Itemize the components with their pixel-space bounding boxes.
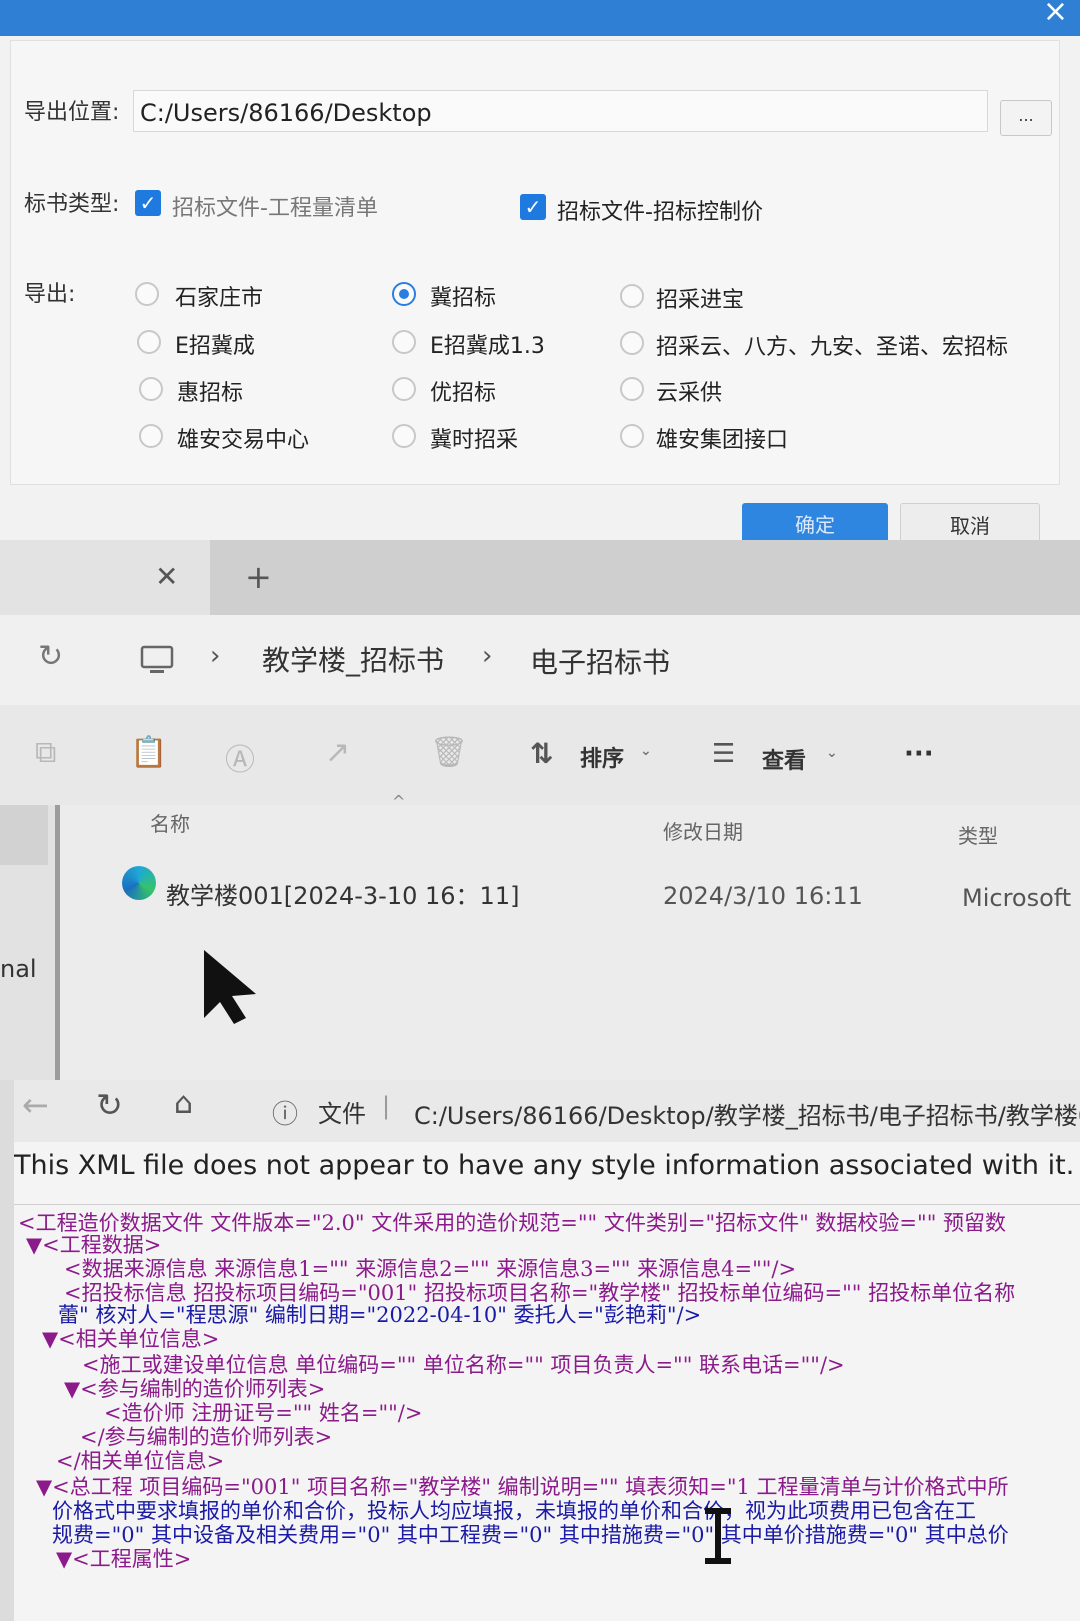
- share-icon[interactable]: ↗: [325, 735, 350, 770]
- radio-label: E招冀成: [175, 334, 255, 359]
- address-bar: ↻ › 教学楼_招标书 › 电子招标书: [0, 615, 1080, 705]
- close-tab-icon[interactable]: ✕: [155, 560, 178, 593]
- computer-icon[interactable]: [140, 645, 174, 677]
- radio-jishizhaocai[interactable]: [392, 424, 416, 448]
- xml-tree: <工程造价数据文件 文件版本="2.0" 文件采用的造价规范="" 文件类别="…: [14, 1204, 1080, 1621]
- back-icon[interactable]: ←: [22, 1086, 49, 1124]
- breadcrumb-separator-icon: ›: [210, 641, 221, 671]
- export-dialog: × 导出位置: C:/Users/86166/Desktop ... 标书类型:…: [0, 0, 1080, 540]
- tab-bar: ✕ +: [0, 540, 1080, 615]
- doc-type-checkbox-2[interactable]: ✓: [520, 194, 546, 220]
- screenshot-collage: × 导出位置: C:/Users/86166/Desktop ... 标书类型:…: [0, 0, 1080, 1621]
- paste-icon[interactable]: 📋: [130, 735, 167, 770]
- doc-type-label: 标书类型:: [24, 192, 120, 217]
- radio-zhaocaijinbao[interactable]: [620, 284, 644, 308]
- radio-label: 石家庄市: [175, 286, 264, 311]
- dialog-titlebar: ×: [0, 0, 1080, 36]
- column-header-type[interactable]: 类型: [958, 820, 998, 849]
- xml-line: <工程造价数据文件 文件版本="2.0" 文件采用的造价规范="" 文件类别="…: [18, 1211, 1007, 1235]
- browser-toolbar: ← ↻ ⌂ ⓘ 文件 | C:/Users/86166/Desktop/教学楼_…: [14, 1080, 1080, 1142]
- file-name[interactable]: 教学楼001[2024-3-10 16：11]: [166, 876, 519, 911]
- radio-label: 招采进宝: [656, 288, 745, 313]
- radio-ezhaojicheng-13[interactable]: [392, 330, 416, 354]
- browse-button[interactable]: ...: [1000, 100, 1052, 136]
- export-label: 导出:: [24, 282, 76, 307]
- radio-label: 雄安交易中心: [177, 428, 310, 453]
- new-tab-icon[interactable]: +: [245, 558, 272, 596]
- address-scheme: 文件: [318, 1100, 366, 1128]
- more-options-button[interactable]: ···: [904, 739, 934, 769]
- doc-type-checkbox-1[interactable]: ✓: [135, 190, 161, 216]
- navigation-pane: nal: [0, 805, 60, 1080]
- radio-label: 惠招标: [177, 381, 244, 406]
- radio-label: 招采云、八方、九安、圣诺、宏招标: [656, 335, 1009, 360]
- file-type: Microsoft: [962, 884, 1072, 912]
- doc-type-label-2: 招标文件-招标控制价: [557, 200, 763, 225]
- breadcrumb-item-teaching-building[interactable]: 教学楼_招标书: [262, 639, 444, 679]
- browser-window: ← ↻ ⌂ ⓘ 文件 | C:/Users/86166/Desktop/教学楼_…: [14, 1080, 1080, 1621]
- chevron-down-icon: ⌄: [640, 743, 652, 759]
- radio-ezhaojicheng[interactable]: [137, 330, 161, 354]
- column-header-modified[interactable]: 修改日期: [663, 816, 743, 845]
- export-location-label: 导出位置:: [24, 100, 120, 125]
- view-list-icon[interactable]: ☰: [712, 739, 735, 769]
- sort-icon[interactable]: ⇅: [530, 737, 553, 770]
- column-header-name[interactable]: 名称: [150, 808, 190, 837]
- text-cursor-icon: [705, 1508, 731, 1564]
- xml-line[interactable]: ▼<工程属性>: [56, 1543, 191, 1573]
- xml-notice: This XML file does not appear to have an…: [14, 1150, 1075, 1181]
- reload-icon[interactable]: ↻: [96, 1086, 123, 1124]
- view-button[interactable]: 查看: [762, 743, 806, 775]
- export-path-input[interactable]: C:/Users/86166/Desktop: [133, 90, 988, 132]
- sort-button[interactable]: 排序: [580, 741, 624, 773]
- address-divider: |: [382, 1092, 391, 1120]
- radio-yuncaigong[interactable]: [620, 377, 644, 401]
- breadcrumb-item-e-tender[interactable]: 电子招标书: [530, 641, 670, 681]
- close-icon[interactable]: ×: [1043, 0, 1068, 29]
- breadcrumb-separator-icon: ›: [482, 641, 493, 671]
- sort-ascending-icon: ^: [392, 792, 406, 811]
- chevron-down-icon: ⌄: [826, 745, 838, 761]
- ok-button[interactable]: 确定: [742, 503, 888, 540]
- radio-jizhaobiao[interactable]: [392, 282, 416, 306]
- radio-zhaocaiyun[interactable]: [620, 331, 644, 355]
- navigation-pane-selected-item[interactable]: [0, 805, 48, 865]
- radio-label: E招冀成1.3: [430, 334, 545, 359]
- file-explorer: ✕ + ↻ › 教学楼_招标书 › 电子招标书 ⧉ 📋 Ⓐ ↗ 🗑 ⇅ 排序 ⌄…: [0, 540, 1080, 1080]
- copy-icon[interactable]: ⧉: [35, 735, 56, 770]
- rename-icon[interactable]: Ⓐ: [225, 735, 255, 779]
- explorer-tab[interactable]: ✕: [0, 540, 210, 615]
- address-url[interactable]: C:/Users/86166/Desktop/教学楼_招标书/电子招标书/教学楼…: [414, 1096, 1080, 1131]
- radio-label: 雄安集团接口: [656, 428, 789, 453]
- radio-shijiazhuang[interactable]: [135, 282, 159, 306]
- radio-label: 冀时招采: [430, 428, 519, 453]
- cancel-button[interactable]: 取消: [900, 503, 1040, 540]
- refresh-icon[interactable]: ↻: [38, 639, 63, 674]
- home-icon[interactable]: ⌂: [174, 1086, 193, 1121]
- navigation-pane-item-label[interactable]: nal: [0, 955, 37, 983]
- file-modified-date: 2024/3/10 16:11: [663, 882, 863, 910]
- radio-label: 云采供: [656, 381, 723, 406]
- radio-huizhaobiao[interactable]: [139, 377, 163, 401]
- delete-icon[interactable]: 🗑: [430, 735, 468, 770]
- info-icon[interactable]: ⓘ: [272, 1094, 298, 1131]
- radio-xiongan-center[interactable]: [139, 424, 163, 448]
- mouse-pointer-icon: [204, 950, 256, 1024]
- explorer-toolbar: ⧉ 📋 Ⓐ ↗ 🗑 ⇅ 排序 ⌄ ☰ 查看 ⌄ ···: [0, 705, 1080, 805]
- doc-type-label-1: 招标文件-工程量清单: [172, 196, 378, 221]
- radio-xiongan-group[interactable]: [620, 424, 644, 448]
- radio-label: 冀招标: [430, 286, 497, 311]
- radio-label: 优招标: [430, 381, 497, 406]
- xml-line: 规费="0" 其中设备及相关费用="0" 其中工程费="0" 其中措施费="0"…: [52, 1523, 1009, 1547]
- radio-youzhaobiao[interactable]: [392, 377, 416, 401]
- edge-browser-icon: [122, 866, 156, 900]
